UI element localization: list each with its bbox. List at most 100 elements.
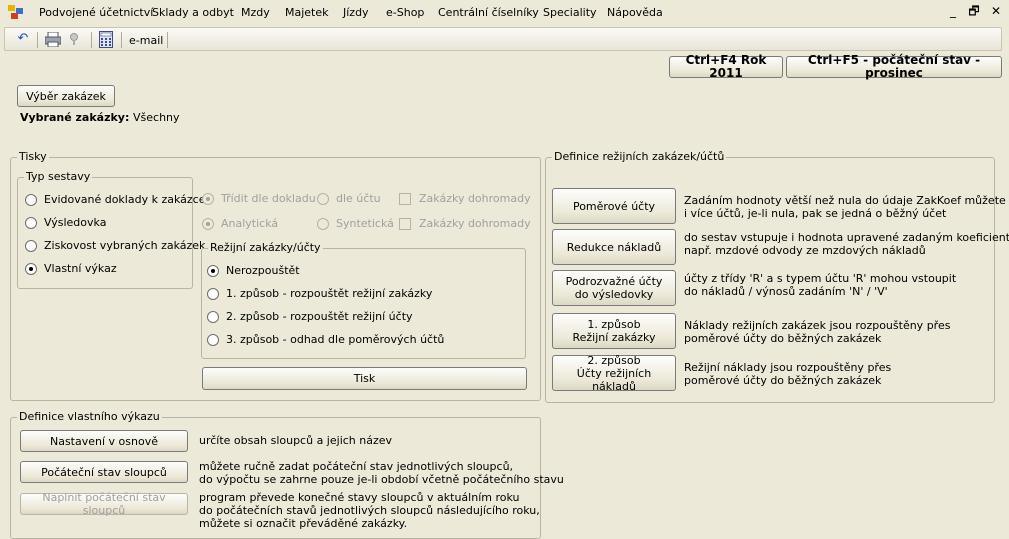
row-description: Náklady režijních zakázek jsou rozpouště… xyxy=(684,319,951,345)
radio-button[interactable] xyxy=(207,287,219,300)
radio-button[interactable] xyxy=(202,192,214,205)
overhead-option[interactable]: Nerozpouštět xyxy=(207,264,300,277)
menu-item-stock[interactable]: Sklady a odbyt xyxy=(152,6,234,19)
select-orders-button[interactable]: Výběr zakázek xyxy=(17,85,115,107)
cost-reduction-button[interactable]: Redukce nákladů xyxy=(552,229,676,265)
app-icon[interactable] xyxy=(8,5,24,19)
option-label: 2. způsob - rozpouštět režijní účty xyxy=(226,310,413,323)
overhead-def-group: Definice režijních zakázek/účtů Poměrové… xyxy=(545,150,1009,403)
email-button[interactable]: e-mail xyxy=(129,34,163,47)
overhead-option[interactable]: 1. způsob - rozpouštět režijní zakázky xyxy=(207,287,432,300)
radio-button[interactable] xyxy=(25,239,37,252)
help-icon[interactable] xyxy=(69,32,79,47)
calculator-icon[interactable] xyxy=(99,31,113,48)
sort-by-account-option[interactable]: dle účtu xyxy=(317,192,381,205)
radio-button[interactable] xyxy=(317,192,329,205)
radio-button[interactable] xyxy=(207,264,219,277)
report-type-option[interactable]: Evidované doklady k zakázce xyxy=(25,193,205,206)
overhead-option[interactable]: 2. způsob - rozpouštět režijní účty xyxy=(207,310,413,323)
selected-orders-label: Vybrané zakázky: xyxy=(20,111,130,124)
restore-icon[interactable]: 🗗 xyxy=(966,3,982,19)
radio-button[interactable] xyxy=(202,217,214,230)
menu-item-accounting[interactable]: Podvojené účetnictví xyxy=(39,6,153,19)
toolbar-separator xyxy=(91,32,92,48)
prints-group: Tisky Typ sestavy Evidované doklady k za… xyxy=(10,150,541,401)
selected-orders-value: Všechny xyxy=(133,111,180,124)
menu-item-special[interactable]: Speciality xyxy=(543,6,597,19)
ratio-accounts-button[interactable]: Poměrové účty xyxy=(552,188,676,224)
print-button[interactable]: Tisk xyxy=(202,367,527,390)
button-label: Účty režijních nákladů xyxy=(576,366,652,393)
overhead-option[interactable]: 3. způsob - odhad dle poměrových účtů xyxy=(207,333,444,346)
sort-by-document-option[interactable]: Třídit dle dokladu xyxy=(202,192,316,205)
analytic-option[interactable]: Analytická xyxy=(202,217,278,230)
year-button[interactable]: Ctrl+F4 Rok 2011 xyxy=(669,54,783,80)
radio-button[interactable] xyxy=(207,333,219,346)
button-label: Podrozvažné účty xyxy=(565,275,663,288)
overhead-orders-method-button[interactable]: 1. způsob Režijní zakázky xyxy=(552,313,676,349)
button-label: do výsledovky xyxy=(574,288,654,301)
toolbar-separator xyxy=(121,32,122,48)
menu-item-trips[interactable]: Jízdy xyxy=(343,6,369,19)
row-description: Režijní náklady jsou rozpouštěny přes pom… xyxy=(684,361,892,387)
overhead-def-title: Definice režijních zakázek/účtů xyxy=(552,150,727,163)
merge-orders-checkbox-2[interactable]: Zakázky dohromady xyxy=(399,217,531,230)
print-icon[interactable] xyxy=(45,32,61,47)
row-description: účty z třídy 'R' a s typem účtu 'R' moho… xyxy=(684,272,957,298)
toolbar-separator xyxy=(167,32,168,48)
close-icon[interactable]: ✕ xyxy=(988,3,1004,19)
radio-button[interactable] xyxy=(317,217,329,230)
radio-button[interactable] xyxy=(25,262,37,275)
option-label: 1. způsob - rozpouštět režijní zakázky xyxy=(226,287,433,300)
initial-state-button[interactable]: Ctrl+F5 - počáteční stav - prosinec xyxy=(786,54,1002,80)
checkbox[interactable] xyxy=(399,217,411,230)
menu-item-eshop[interactable]: e-Shop xyxy=(386,6,424,19)
button-label: Režijní zakázky xyxy=(572,331,656,344)
initial-state-columns-button[interactable]: Počáteční stav sloupců xyxy=(20,461,188,483)
checkbox[interactable] xyxy=(399,192,411,205)
menu-item-help[interactable]: Nápověda xyxy=(607,6,663,19)
toolbar-separator xyxy=(37,32,38,48)
row-description: program převede konečné stavy sloupců v … xyxy=(199,491,540,530)
own-report-title: Definice vlastního výkazu xyxy=(17,410,162,423)
menu-item-payroll[interactable]: Mzdy xyxy=(241,6,270,19)
merge-orders-checkbox[interactable]: Zakázky dohromady xyxy=(399,192,531,205)
option-label: Ziskovost vybraných zakázek xyxy=(44,239,206,252)
option-label: Vlastní výkaz xyxy=(44,262,117,275)
radio-button[interactable] xyxy=(25,216,37,229)
button-label: Redukce nákladů xyxy=(566,240,662,254)
report-type-title: Typ sestavy xyxy=(24,170,93,183)
radio-button[interactable] xyxy=(25,193,37,206)
report-type-group: Typ sestavy Evidované doklady k zakázce … xyxy=(17,170,205,289)
radio-button[interactable] xyxy=(207,310,219,323)
option-label: Nerozpouštět xyxy=(226,264,300,277)
off-balance-accounts-button[interactable]: Podrozvažné účty do výsledovky xyxy=(552,270,676,306)
button-label: 1. způsob xyxy=(587,318,641,331)
report-type-option[interactable]: Vlastní výkaz xyxy=(25,262,117,275)
row-description: určíte obsah sloupců a jejich název xyxy=(199,434,393,447)
option-label: Zakázky dohromady xyxy=(419,192,531,205)
overhead-accounts-method-button[interactable]: 2. způsob Účty režijních nákladů xyxy=(552,354,676,393)
undo-icon[interactable]: ↶ xyxy=(15,31,31,47)
report-type-option[interactable]: Ziskovost vybraných zakázek xyxy=(25,239,205,252)
button-label: Poměrové účty xyxy=(572,199,656,213)
option-label: Analytická xyxy=(221,217,279,230)
overhead-group: Režijní zakázky/účty Nerozpouštět 1. způ… xyxy=(201,241,526,359)
column-setup-button[interactable]: Nastavení v osnově xyxy=(20,430,188,452)
own-report-group: Definice vlastního výkazu Nastavení v os… xyxy=(10,410,564,539)
prints-group-title: Tisky xyxy=(17,150,49,163)
option-label: dle účtu xyxy=(336,192,381,205)
minimize-icon[interactable]: _ xyxy=(945,3,961,19)
menu-item-assets[interactable]: Majetek xyxy=(285,6,329,19)
report-type-option[interactable]: Výsledovka xyxy=(25,216,106,229)
option-label: Výsledovka xyxy=(44,216,107,229)
overhead-group-title: Režijní zakázky/účty xyxy=(208,241,323,254)
row-description: můžete ručně zadat počáteční stav jednot… xyxy=(199,460,564,486)
option-label: 3. způsob - odhad dle poměrových účtů xyxy=(226,333,445,346)
option-label: Syntetická xyxy=(336,217,394,230)
option-label: Zakázky dohromady xyxy=(419,217,531,230)
menu-item-lists[interactable]: Centrální číselníky xyxy=(438,6,539,19)
synthetic-option[interactable]: Syntetická xyxy=(317,217,394,230)
row-description: Zadáním hodnoty větší než nula do údaje … xyxy=(684,194,1009,220)
fill-initial-state-button[interactable]: Naplnit počáteční stav sloupců xyxy=(20,491,188,517)
